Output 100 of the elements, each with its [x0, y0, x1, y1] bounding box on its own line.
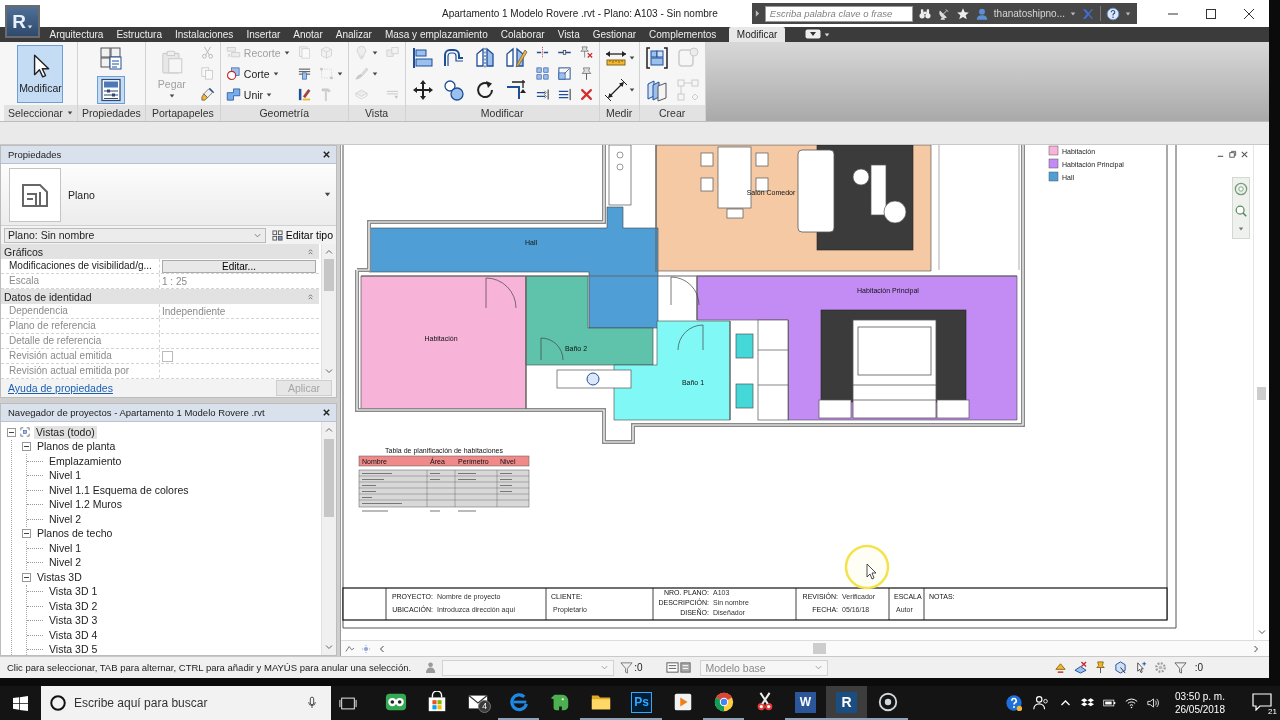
help-icon[interactable]	[1004, 694, 1023, 712]
tree-item[interactable]: Vista 3D 5	[47, 643, 100, 657]
filter-icon[interactable]	[1173, 661, 1187, 674]
hexagon-icon[interactable]	[1113, 661, 1127, 674]
microphone-icon[interactable]	[307, 696, 317, 710]
ribbon-tab[interactable]: Insertar	[239, 27, 287, 42]
satellite-dish-icon[interactable]	[936, 6, 951, 21]
ribbon-tab[interactable]: Arquitectura	[43, 27, 110, 42]
caret-icon[interactable]	[1125, 10, 1131, 17]
maximize-icon[interactable]	[1205, 7, 1217, 20]
application-menu-button[interactable]: R	[5, 5, 40, 38]
tree-item[interactable]: Vistas 3D	[35, 570, 84, 584]
view-close-icon[interactable]	[1240, 150, 1249, 159]
ribbon-tab[interactable]: Masa y emplazamiento	[378, 27, 495, 42]
ribbon-tab[interactable]: Analizar	[329, 27, 379, 42]
ribbon-tab[interactable]: Modificar	[728, 27, 786, 42]
group-header[interactable]: Gráficos	[1, 244, 319, 259]
triangle-icon[interactable]	[1053, 661, 1067, 674]
tree-item[interactable]: Nivel 2	[47, 556, 84, 570]
scrollbar-thumb[interactable]	[324, 439, 334, 517]
type-selector[interactable]: Plano	[1, 164, 336, 226]
dropdown-field[interactable]	[442, 659, 615, 676]
taskbar-app-button[interactable]: Ps	[621, 686, 662, 720]
chevron-left-icon[interactable]	[377, 643, 387, 654]
wheel-icon[interactable]	[1234, 182, 1248, 196]
tree-item[interactable]: Planos de planta	[35, 440, 118, 454]
ribbon-tab[interactable]: Instalaciones	[168, 27, 240, 42]
taskbar-app-button[interactable]: 4	[457, 686, 498, 720]
minus-box-icon[interactable]	[7, 427, 16, 437]
ribbon-tab[interactable]: Anotar	[286, 27, 330, 42]
instance-dropdown[interactable]: Plano: Sin nombre	[4, 227, 266, 243]
star-icon[interactable]	[955, 6, 970, 21]
cut-geometry-button[interactable]: Corte	[223, 64, 292, 83]
edit-type-button[interactable]: Editar tipo	[271, 229, 333, 241]
lined-square-icon[interactable]	[679, 661, 693, 674]
tree-item[interactable]: Vista 3D 1	[47, 585, 100, 599]
user-name[interactable]: thanatoshipno...	[993, 8, 1065, 19]
caret-icon[interactable]	[824, 32, 831, 38]
start-icon[interactable]	[13, 695, 28, 711]
list-icon[interactable]	[666, 661, 680, 674]
ribbon-tab[interactable]: Complementos	[642, 27, 723, 42]
tree-item[interactable]: Nivel 1.2 Muros	[47, 498, 124, 512]
ribbon-tab[interactable]: Vista	[551, 27, 587, 42]
tree-item[interactable]: Nivel 1.1 Esquema de colores	[47, 483, 191, 497]
search-field[interactable]: Escriba palabra clave o frase	[764, 5, 913, 22]
scrollbar-thumb[interactable]	[1257, 387, 1266, 400]
tree-item[interactable]: Emplazamiento	[47, 454, 124, 468]
minus-box-icon[interactable]	[22, 529, 31, 539]
battery-icon[interactable]	[1102, 697, 1116, 709]
close-icon[interactable]	[1243, 7, 1255, 20]
edit-button[interactable]: Editar...	[162, 259, 316, 273]
zigzag-icon[interactable]	[345, 643, 355, 654]
chevron-right-icon[interactable]	[1251, 643, 1261, 654]
scrollbar[interactable]	[1253, 145, 1269, 640]
modify-button[interactable]: Modificar	[17, 44, 64, 103]
caret-icon[interactable]	[1238, 226, 1244, 232]
checkbox[interactable]	[162, 350, 173, 362]
people-icon[interactable]	[1031, 694, 1050, 712]
pin-icon[interactable]	[1093, 661, 1107, 674]
clock-time[interactable]: 03:50 p. m.	[1174, 690, 1225, 703]
filter-icon[interactable]	[620, 661, 634, 674]
tree-item[interactable]: Vista 3D 3	[47, 614, 100, 628]
scrollbar[interactable]	[321, 422, 336, 655]
taskbar-app-button[interactable]: R	[826, 686, 867, 720]
close-icon[interactable]	[322, 150, 331, 159]
scrollbar[interactable]	[321, 244, 336, 379]
tree-item[interactable]: Vistas (todo)	[34, 425, 97, 439]
scrollbar-thumb[interactable]	[324, 259, 334, 291]
help-link[interactable]: Ayuda de propiedades	[8, 382, 113, 394]
tree-item[interactable]: Nivel 1	[47, 469, 84, 483]
help-icon[interactable]	[1106, 6, 1120, 21]
join-button[interactable]: Unir	[223, 85, 292, 104]
tree-item[interactable]: Planos de techo	[35, 527, 115, 541]
tree-item[interactable]: Nivel 2	[47, 512, 84, 526]
tree-item[interactable]: Vista 3D 2	[47, 599, 100, 613]
diamonds-icon[interactable]	[1080, 697, 1094, 709]
properties-button[interactable]	[97, 75, 126, 104]
tree-item[interactable]: Vista 3D 4	[47, 628, 100, 642]
layer-x-icon[interactable]	[1073, 661, 1087, 674]
ribbon-tab[interactable]: Gestionar	[586, 27, 643, 42]
clock-date[interactable]: 26/05/2018	[1174, 703, 1225, 716]
tree-item[interactable]: Nivel 1	[47, 541, 84, 555]
zoom-icon[interactable]	[1234, 204, 1248, 218]
minus-box-icon[interactable]	[22, 572, 31, 582]
message-icon[interactable]	[1252, 693, 1272, 711]
scrollbar-thumb[interactable]	[813, 643, 826, 654]
view-restore-icon[interactable]	[1228, 150, 1237, 159]
speaker-icon[interactable]	[1146, 697, 1160, 709]
close-icon[interactable]	[322, 408, 331, 417]
ribbon-tab[interactable]: Colaborar	[494, 27, 552, 42]
group-header[interactable]: Datos de identidad	[1, 289, 319, 304]
task-view-icon[interactable]	[339, 695, 357, 711]
minus-box-icon[interactable]	[22, 442, 31, 452]
ribbon-tab[interactable]: Estructura	[109, 27, 169, 42]
caret-icon[interactable]	[1070, 10, 1076, 17]
panel-toggle-icon[interactable]	[805, 29, 822, 39]
search-field[interactable]: Escribe aquí para buscar	[41, 686, 331, 720]
wifi-icon[interactable]	[1124, 697, 1138, 709]
binoculars-icon[interactable]	[917, 6, 932, 21]
expand-arrow-icon[interactable]	[754, 9, 760, 18]
